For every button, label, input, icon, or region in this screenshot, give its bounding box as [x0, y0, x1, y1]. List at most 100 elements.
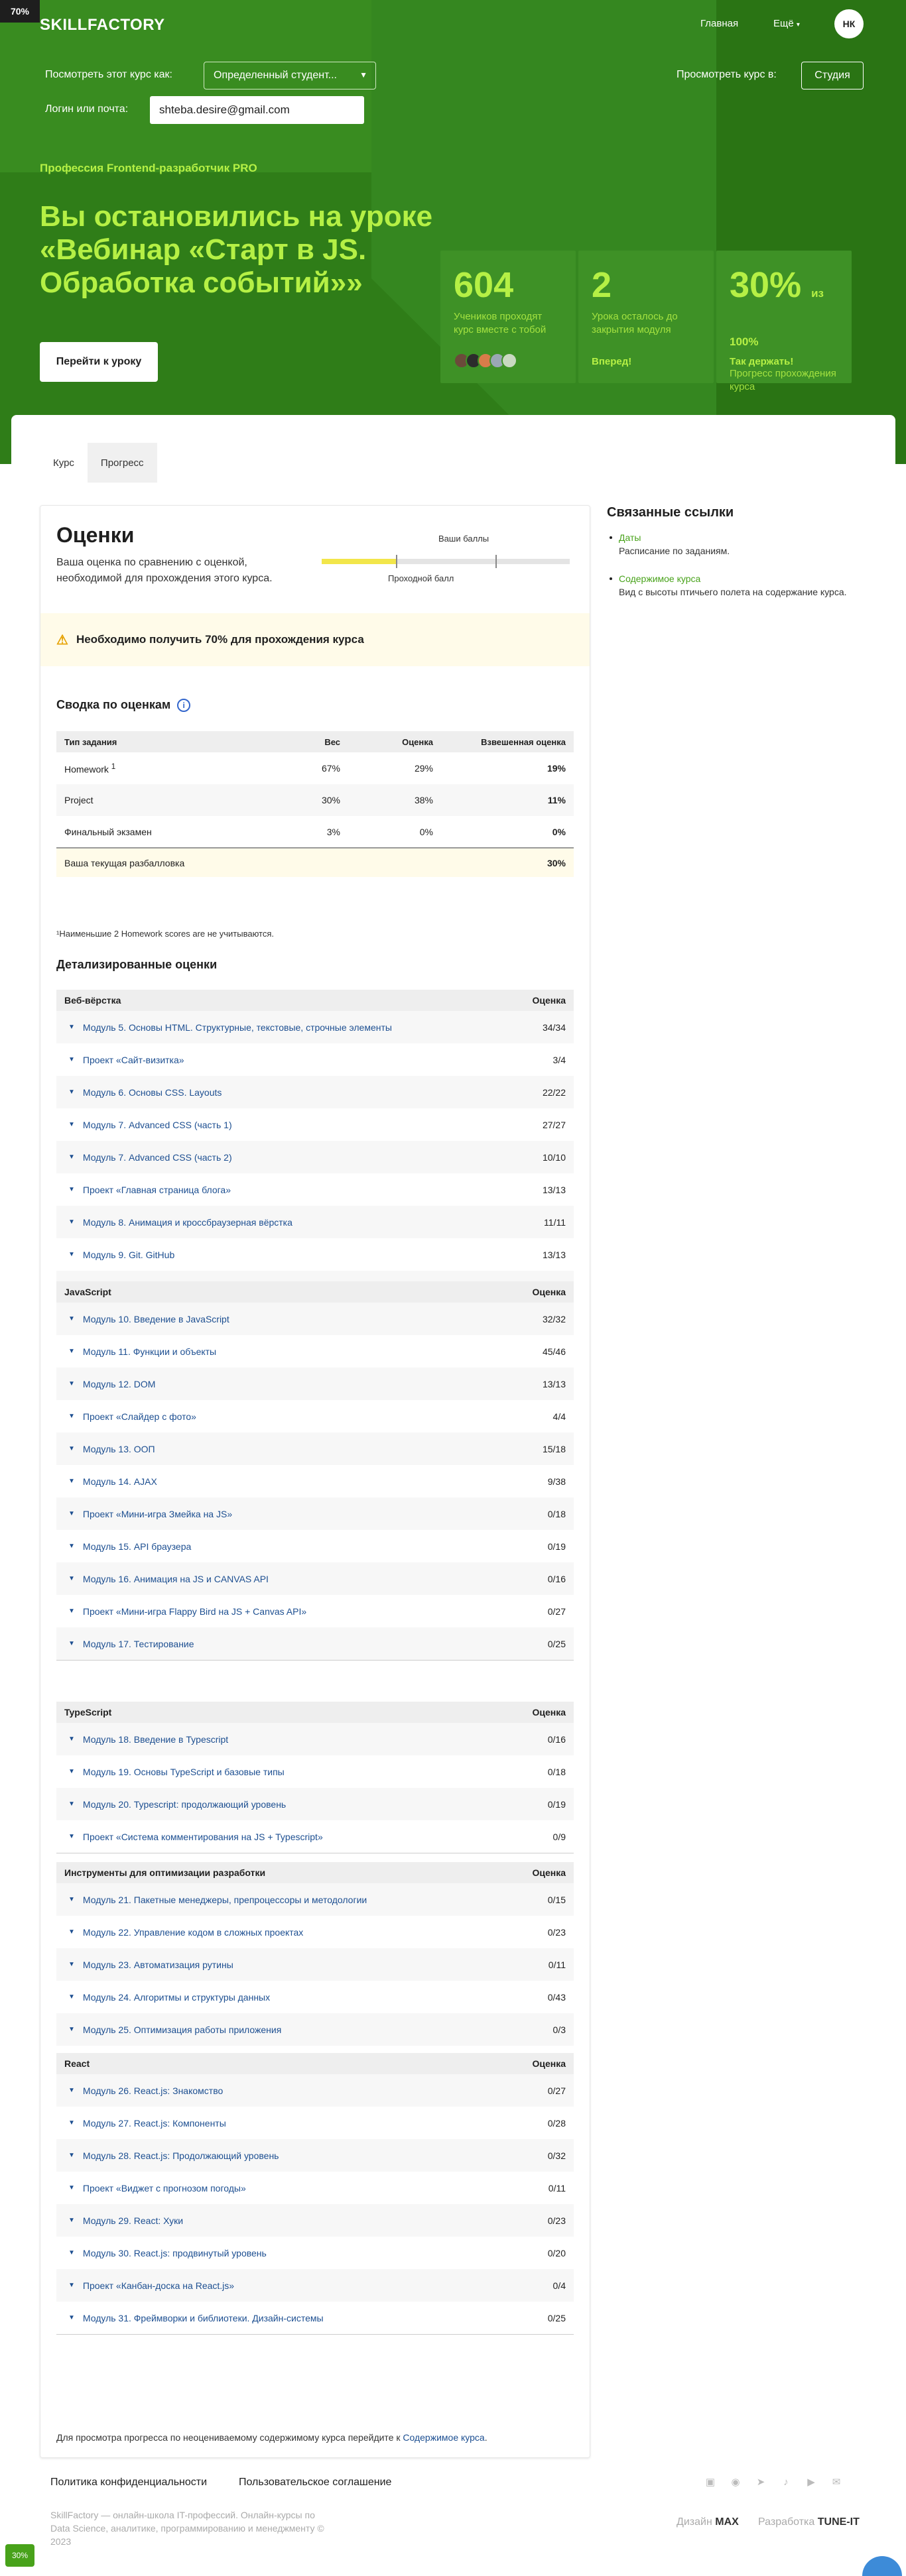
grade-row[interactable]: ▼ Модуль 17. Тестирование 0/25: [56, 1627, 574, 1660]
expand-caret-icon[interactable]: ▼: [68, 2314, 75, 2321]
expand-caret-icon[interactable]: ▼: [68, 1153, 75, 1161]
expand-caret-icon[interactable]: ▼: [68, 1380, 75, 1387]
user-agreement-link[interactable]: Пользовательское соглашение: [239, 2477, 391, 2488]
expand-caret-icon[interactable]: ▼: [68, 1833, 75, 1840]
expand-caret-icon[interactable]: ▼: [68, 1088, 75, 1096]
grade-row[interactable]: ▼ Модуль 11. Функции и объекты 45/46: [56, 1335, 574, 1368]
nav-link-main[interactable]: Главная: [700, 18, 738, 29]
grade-item-link[interactable]: ▼ Модуль 24. Алгоритмы и структуры данных: [68, 1992, 270, 2003]
expand-caret-icon[interactable]: ▼: [68, 1575, 75, 1582]
grade-row[interactable]: ▼ Модуль 20. Typescript: продолжающий уро…: [56, 1788, 574, 1820]
grade-row[interactable]: ▼ Модуль 8. Анимация и кроссбраузерная вё…: [56, 1206, 574, 1238]
grade-row[interactable]: ▼ Модуль 27. React.js: Компоненты 0/28: [56, 2107, 574, 2139]
grade-row[interactable]: ▼ Модуль 12. DOM 13/13: [56, 1368, 574, 1400]
grade-item-link[interactable]: ▼ Модуль 9. Git. GitHub: [68, 1250, 174, 1260]
expand-caret-icon[interactable]: ▼: [68, 1218, 75, 1226]
grade-row[interactable]: ▼ Проект «Слайдер с фото» 4/4: [56, 1400, 574, 1433]
grade-item-link[interactable]: ▼ Модуль 15. API браузера: [68, 1541, 191, 1552]
grade-item-link[interactable]: ▼ Модуль 13. ООП: [68, 1444, 155, 1454]
vk-icon[interactable]: ▣: [702, 2474, 718, 2490]
grade-row[interactable]: ▼ Модуль 25. Оптимизация работы приложени…: [56, 2013, 574, 2046]
grade-item-link[interactable]: ▼ Модуль 29. React: Хуки: [68, 2215, 183, 2226]
privacy-policy-link[interactable]: Политика конфиденциальности: [50, 2477, 207, 2488]
studio-button[interactable]: Студия: [801, 62, 864, 89]
grade-row[interactable]: ▼ Модуль 19. Основы TypeScript и базовые …: [56, 1755, 574, 1788]
grade-item-link[interactable]: ▼ Модуль 7. Advanced CSS (часть 2): [68, 1152, 232, 1163]
grade-row[interactable]: ▼ Проект «Мини-игра Змейка на JS» 0/18: [56, 1497, 574, 1530]
grade-row[interactable]: ▼ Модуль 16. Анимация на JS и CANVAS API 0…: [56, 1562, 574, 1595]
grade-item-link[interactable]: ▼ Модуль 8. Анимация и кроссбраузерная вё…: [68, 1217, 292, 1228]
grade-item-link[interactable]: ▼ Проект «Сайт-визитка»: [68, 1055, 184, 1065]
grade-row[interactable]: ▼ Модуль 7. Advanced CSS (часть 1) 27/27: [56, 1108, 574, 1141]
grade-item-link[interactable]: ▼ Модуль 18. Введение в Typescript: [68, 1734, 228, 1745]
expand-caret-icon[interactable]: ▼: [68, 1315, 75, 1322]
grade-item-link[interactable]: ▼ Модуль 22. Управление кодом в сложных п…: [68, 1927, 303, 1938]
grade-row[interactable]: ▼ Проект «Сайт-визитка» 3/4: [56, 1043, 574, 1076]
grade-row[interactable]: ▼ Проект «Виджет с прогнозом погоды» 0/11: [56, 2172, 574, 2204]
vimeo-icon[interactable]: ▶: [803, 2474, 819, 2490]
grade-item-link[interactable]: ▼ Проект «Виджет с прогнозом погоды»: [68, 2183, 246, 2194]
grade-row[interactable]: ▼ Модуль 6. Основы CSS. Layouts 22/22: [56, 1076, 574, 1108]
expand-caret-icon[interactable]: ▼: [68, 1445, 75, 1452]
expand-caret-icon[interactable]: ▼: [68, 2282, 75, 2289]
expand-caret-icon[interactable]: ▼: [68, 2119, 75, 2127]
grade-item-link[interactable]: ▼ Модуль 19. Основы TypeScript и базовые …: [68, 1767, 285, 1777]
grade-row[interactable]: ▼ Модуль 31. Фреймворки и библиотеки. Диз…: [56, 2302, 574, 2334]
expand-caret-icon[interactable]: ▼: [68, 1251, 75, 1258]
grade-item-link[interactable]: ▼ Модуль 26. React.js: Знакомство: [68, 2085, 223, 2096]
expand-caret-icon[interactable]: ▼: [68, 1121, 75, 1128]
grade-item-link[interactable]: ▼ Проект «Главная страница блога»: [68, 1185, 231, 1195]
grade-row[interactable]: ▼ Модуль 29. React: Хуки 0/23: [56, 2204, 574, 2237]
grade-item-link[interactable]: ▼ Модуль 21. Пакетные менеджеры, препроце…: [68, 1895, 367, 1905]
grade-item-link[interactable]: ▼ Проект «Канбан-доска на React.js»: [68, 2280, 234, 2291]
grade-row[interactable]: ▼ Модуль 18. Введение в Typescript 0/16: [56, 1723, 574, 1755]
avatar[interactable]: НК: [834, 9, 864, 38]
grade-row[interactable]: ▼ Проект «Главная страница блога» 13/13: [56, 1173, 574, 1206]
grade-row[interactable]: ▼ Модуль 7. Advanced CSS (часть 2) 10/10: [56, 1141, 574, 1173]
dates-link[interactable]: Даты: [619, 532, 641, 543]
logo[interactable]: SKILLFACTORY: [40, 16, 165, 34]
grade-item-link[interactable]: ▼ Модуль 30. React.js: продвинутый уровен…: [68, 2248, 267, 2258]
grade-item-link[interactable]: ▼ Модуль 10. Введение в JavaScript: [68, 1314, 229, 1324]
design-credit[interactable]: Дизайн MAX: [677, 2516, 739, 2528]
nav-link-more[interactable]: Ещё ▾: [773, 18, 800, 29]
expand-caret-icon[interactable]: ▼: [68, 2184, 75, 2192]
grade-row[interactable]: ▼ Модуль 26. React.js: Знакомство 0/27: [56, 2074, 574, 2107]
expand-caret-icon[interactable]: ▼: [68, 2152, 75, 2159]
expand-caret-icon[interactable]: ▼: [68, 1413, 75, 1420]
grade-row[interactable]: ▼ Модуль 23. Автоматизация рутины 0/11: [56, 1948, 574, 1981]
grade-item-link[interactable]: ▼ Модуль 5. Основы HTML. Структурные, тек…: [68, 1022, 392, 1033]
expand-caret-icon[interactable]: ▼: [68, 1510, 75, 1517]
grade-row[interactable]: ▼ Модуль 22. Управление кодом в сложных п…: [56, 1916, 574, 1948]
tab-progress[interactable]: Прогресс: [87, 443, 157, 483]
expand-caret-icon[interactable]: ▼: [68, 2026, 75, 2033]
development-credit[interactable]: Разработка TUNE-IT: [758, 2516, 860, 2528]
tiktok-icon[interactable]: ♪: [778, 2474, 794, 2490]
expand-caret-icon[interactable]: ▼: [68, 1735, 75, 1743]
expand-caret-icon[interactable]: ▼: [68, 1896, 75, 1903]
grade-row[interactable]: ▼ Проект «Мини-игра Flappy Bird на JS + C…: [56, 1595, 574, 1627]
grade-item-link[interactable]: ▼ Проект «Мини-игра Змейка на JS»: [68, 1509, 232, 1519]
grade-item-link[interactable]: ▼ Модуль 6. Основы CSS. Layouts: [68, 1087, 222, 1098]
expand-caret-icon[interactable]: ▼: [68, 1478, 75, 1485]
expand-caret-icon[interactable]: ▼: [68, 1056, 75, 1063]
grade-row[interactable]: ▼ Проект «Канбан-доска на React.js» 0/4: [56, 2269, 574, 2302]
grade-row[interactable]: ▼ Модуль 13. ООП 15/18: [56, 1433, 574, 1465]
grade-item-link[interactable]: ▼ Проект «Система комментирования на JS +…: [68, 1832, 323, 1842]
expand-caret-icon[interactable]: ▼: [68, 1024, 75, 1031]
telegram-icon[interactable]: ➤: [753, 2474, 769, 2490]
grade-row[interactable]: ▼ Модуль 28. React.js: Продолжающий урове…: [56, 2139, 574, 2172]
grade-row[interactable]: ▼ Модуль 15. API браузера 0/19: [56, 1530, 574, 1562]
expand-caret-icon[interactable]: ▼: [68, 1186, 75, 1193]
expand-caret-icon[interactable]: ▼: [68, 1640, 75, 1647]
expand-caret-icon[interactable]: ▼: [68, 1543, 75, 1550]
course-content-sidebar-link[interactable]: Содержимое курса: [619, 573, 700, 584]
grade-row[interactable]: ▼ Модуль 9. Git. GitHub 13/13: [56, 1238, 574, 1271]
grade-row[interactable]: ▼ Модуль 14. AJAX 9/38: [56, 1465, 574, 1497]
expand-caret-icon[interactable]: ▼: [68, 1348, 75, 1355]
grade-row[interactable]: ▼ Модуль 30. React.js: продвинутый уровен…: [56, 2237, 574, 2269]
grade-item-link[interactable]: ▼ Модуль 23. Автоматизация рутины: [68, 1960, 233, 1970]
expand-caret-icon[interactable]: ▼: [68, 2087, 75, 2094]
grade-item-link[interactable]: ▼ Проект «Слайдер с фото»: [68, 1411, 196, 1422]
grade-row[interactable]: ▼ Проект «Система комментирования на JS +…: [56, 1820, 574, 1853]
